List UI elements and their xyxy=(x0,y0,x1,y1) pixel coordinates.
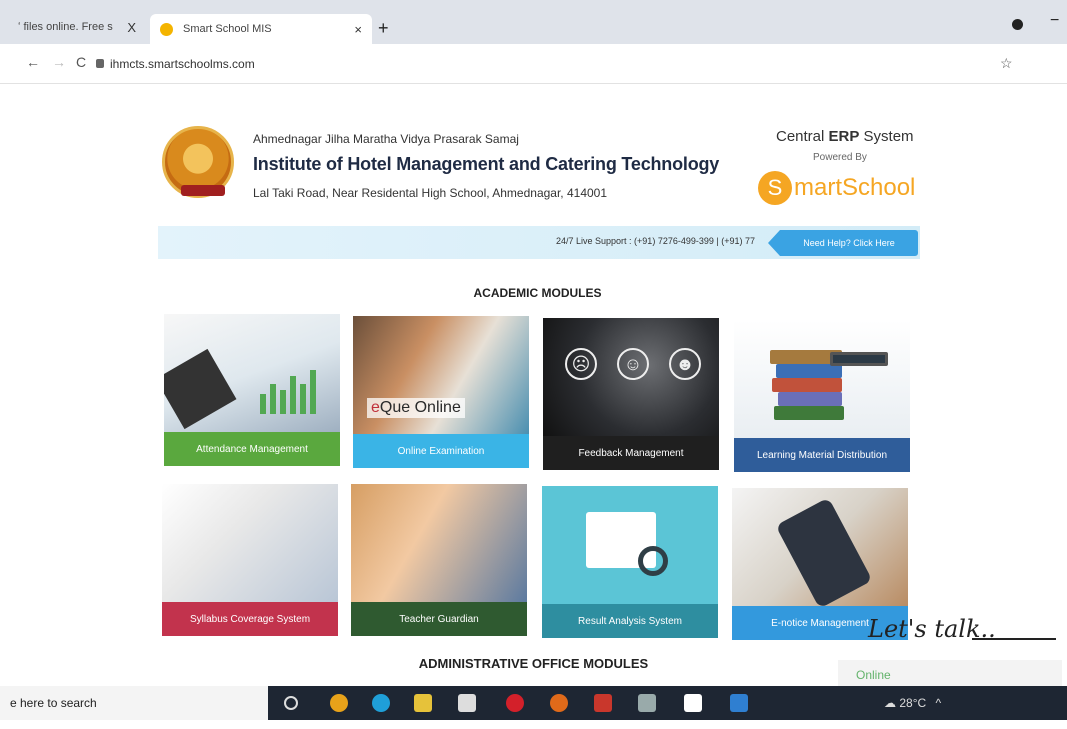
temperature: 28°C xyxy=(899,696,927,710)
institute-name: Institute of Hotel Management and Cateri… xyxy=(253,154,720,174)
profile-icon[interactable] xyxy=(1012,19,1023,30)
neutral-face-icon: ☻ xyxy=(669,348,701,380)
feedback-image: ☹ ☺ ☻ xyxy=(543,318,719,436)
module-label: Online Examination xyxy=(353,434,529,468)
erp-title: Central ERP System xyxy=(776,128,914,145)
module-label: Teacher Guardian xyxy=(351,602,527,636)
tab-smart-school[interactable]: Smart School MIS × xyxy=(150,14,372,44)
module-label: Learning Material Distribution xyxy=(734,438,910,472)
file-explorer-icon[interactable] xyxy=(414,694,432,712)
result-analysis-image xyxy=(542,486,718,604)
address-bar: ← → C ihmcts.smartschoolms.com ☆ xyxy=(0,44,1067,84)
online-exam-image: eQue Online xyxy=(353,316,529,434)
cortana-icon[interactable] xyxy=(284,696,298,710)
weather-icon: ☁ xyxy=(884,696,896,710)
logo-ribbon xyxy=(181,185,225,196)
academic-modules-heading: ACADEMIC MODULES xyxy=(473,286,602,300)
institute-logo xyxy=(162,126,234,198)
attendance-image xyxy=(164,314,340,432)
lock-icon xyxy=(96,59,104,68)
bookmark-star-icon[interactable]: ☆ xyxy=(1000,55,1013,72)
learning-material-image xyxy=(734,320,910,438)
app-icon[interactable] xyxy=(638,694,656,712)
organization-name: Ahmednagar Jilha Maratha Vidya Prasarak … xyxy=(253,132,519,146)
new-tab-button[interactable]: + xyxy=(378,18,389,39)
syllabus-image xyxy=(162,484,338,602)
tray-arrow-icon[interactable]: ^ xyxy=(936,696,942,710)
module-syllabus[interactable]: Syllabus Coverage System xyxy=(162,484,338,636)
erp-prefix: Central xyxy=(776,128,829,145)
support-text: 24/7 Live Support : (+91) 7276-499-399 |… xyxy=(556,236,755,246)
module-feedback[interactable]: ☹ ☺ ☻ Feedback Management xyxy=(543,318,719,470)
need-help-button[interactable]: Need Help? Click Here xyxy=(768,230,918,256)
module-label: Attendance Management xyxy=(164,432,340,466)
module-online-exam[interactable]: eQue Online Online Examination xyxy=(353,316,529,468)
windows-taskbar: e here to search ☁ 28°C ^ xyxy=(0,686,1067,720)
site-header: Ahmednagar Jilha Maratha Vidya Prasarak … xyxy=(158,110,922,222)
chat-underline xyxy=(972,638,1056,640)
smartschool-text: martSchool xyxy=(794,174,916,201)
eque-text: Que Online xyxy=(379,399,461,416)
eque-logo: eQue Online xyxy=(367,398,465,418)
institute-address: Lal Taki Road, Near Residental High Scho… xyxy=(253,186,608,200)
enotice-image xyxy=(732,488,908,609)
reload-icon[interactable]: C xyxy=(76,54,86,70)
module-teacher-guardian[interactable]: Teacher Guardian xyxy=(351,484,527,636)
favicon-icon xyxy=(160,22,173,36)
module-attendance[interactable]: Attendance Management xyxy=(164,314,340,466)
teacher-guardian-image xyxy=(351,484,527,602)
calculator-graphic xyxy=(164,348,237,430)
back-icon[interactable]: ← xyxy=(26,54,40,70)
sad-face-icon: ☹ xyxy=(565,348,597,380)
pdf-icon[interactable] xyxy=(594,694,612,712)
happy-face-icon: ☺ xyxy=(617,348,649,380)
app-badge-icon[interactable] xyxy=(684,694,702,712)
phone-graphic xyxy=(775,497,873,609)
powered-by: Powered By xyxy=(813,152,867,163)
screen-bottom-edge xyxy=(0,720,1067,729)
erp-bold: ERP xyxy=(828,128,860,145)
minimize-icon[interactable]: − xyxy=(1050,12,1059,30)
url-field[interactable]: ihmcts.smartschoolms.com xyxy=(110,57,255,71)
module-learning-material[interactable]: Learning Material Distribution xyxy=(734,320,910,472)
erp-suffix: System xyxy=(859,128,914,145)
edge-icon[interactable] xyxy=(372,694,390,712)
taskbar-search-input[interactable]: e here to search xyxy=(0,686,268,720)
system-tray: ☁ 28°C ^ xyxy=(884,696,941,710)
eque-e: e xyxy=(371,399,380,416)
smartschool-s-icon: S xyxy=(758,171,792,205)
tab-label: ʻ files online. Free s xyxy=(18,21,113,33)
magnifier-icon xyxy=(638,546,668,576)
module-result-analysis[interactable]: Result Analysis System xyxy=(542,486,718,638)
module-label: Feedback Management xyxy=(543,436,719,470)
tab-files-online[interactable]: ʻ files online. Free s X xyxy=(18,12,146,42)
browser-tab-bar: ʻ files online. Free s X Smart School MI… xyxy=(0,0,1067,44)
tab-label: Smart School MIS xyxy=(183,23,272,35)
module-label: Result Analysis System xyxy=(542,604,718,638)
support-bar: 24/7 Live Support : (+91) 7276-499-399 |… xyxy=(158,226,920,259)
module-label: Syllabus Coverage System xyxy=(162,602,338,636)
opera-icon[interactable] xyxy=(506,694,524,712)
firefox-icon[interactable] xyxy=(550,694,568,712)
chat-status: Online xyxy=(856,668,891,682)
forward-icon[interactable]: → xyxy=(52,54,66,70)
store-icon[interactable] xyxy=(458,694,476,712)
chrome-icon[interactable] xyxy=(330,694,348,712)
window-app-icon[interactable] xyxy=(730,694,748,712)
smartschool-logo: S martSchool xyxy=(758,168,915,208)
tab-close-icon[interactable]: X xyxy=(127,20,136,35)
screen: ʻ files online. Free s X Smart School MI… xyxy=(0,0,1067,729)
tablet-graphic xyxy=(830,352,888,366)
tab-close-icon[interactable]: × xyxy=(354,22,362,37)
